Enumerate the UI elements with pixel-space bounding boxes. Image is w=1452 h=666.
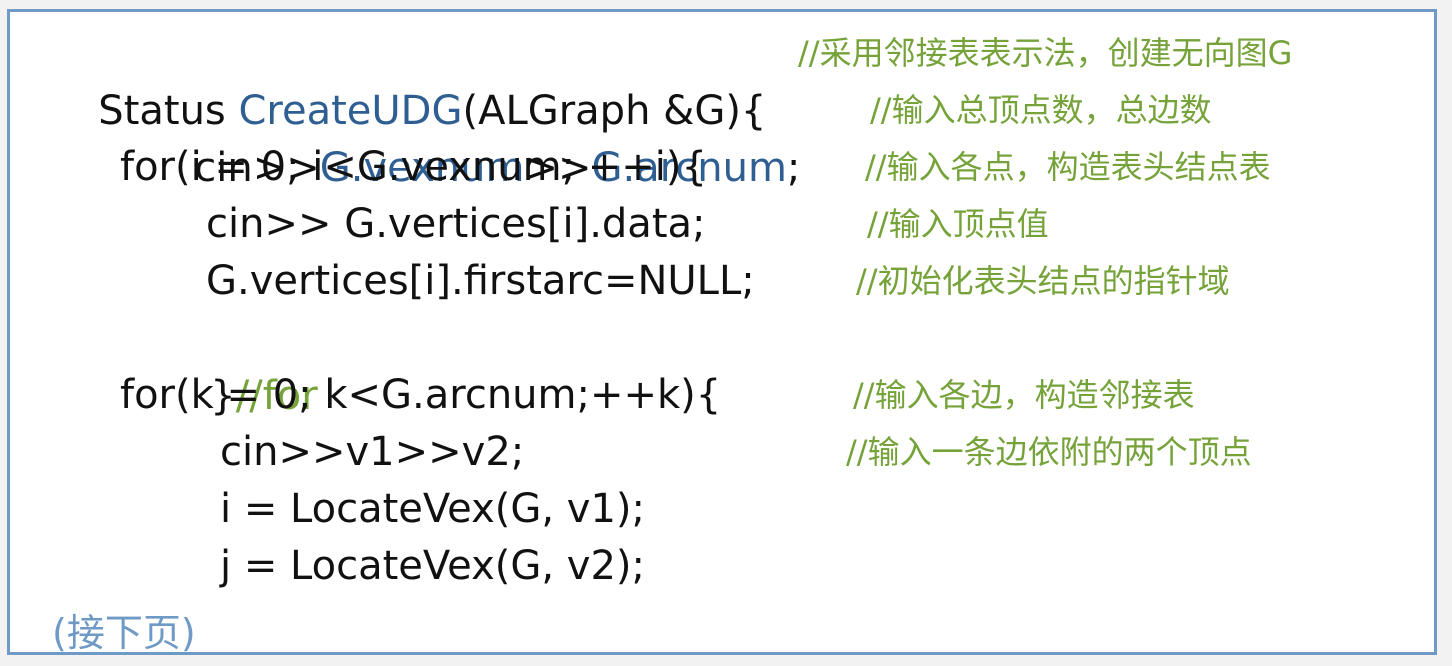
comment-line-1: //采用邻接表表示法，创建无向图G	[798, 34, 1293, 72]
comment-line-2: //输入总顶点数，总边数	[870, 91, 1212, 129]
statement-end: ;	[786, 145, 801, 191]
comment-line-5: //初始化表头结点的指针域	[856, 262, 1230, 300]
continued-label: (接下页)	[52, 611, 196, 655]
code-line-3: for(i = 0; i<G.vexnum; ++i){	[120, 144, 707, 190]
code-line-7: for(k = 0; k<G.arcnum;++k){	[120, 372, 722, 418]
code-line-4: cin>> G.vertices[i].data;	[206, 201, 706, 247]
code-panel: Status CreateUDG(ALGraph &G){ //采用邻接表表示法…	[7, 9, 1437, 655]
code-line-2: cin>>G.vexnum>>G.arcnum;	[118, 81, 800, 191]
code-line-5: G.vertices[i].firstarc=NULL;	[206, 258, 755, 304]
comment-line-4: //输入顶点值	[867, 205, 1049, 243]
code-line-10: j = LocateVex(G, v2);	[220, 543, 645, 589]
comment-line-8: //输入一条边依附的两个顶点	[846, 433, 1252, 471]
slide-background: Status CreateUDG(ALGraph &G){ //采用邻接表表示法…	[0, 0, 1452, 666]
code-line-8: cin>>v1>>v2;	[220, 429, 525, 475]
code-line-6: }//for	[134, 309, 317, 419]
code-line-1: Status CreateUDG(ALGraph &G){	[22, 24, 766, 134]
comment-line-3: //输入各点，构造表头结点表	[865, 148, 1271, 186]
code-line-9: i = LocateVex(G, v1);	[220, 486, 645, 532]
comment-line-7: //输入各边，构造邻接表	[853, 376, 1195, 414]
